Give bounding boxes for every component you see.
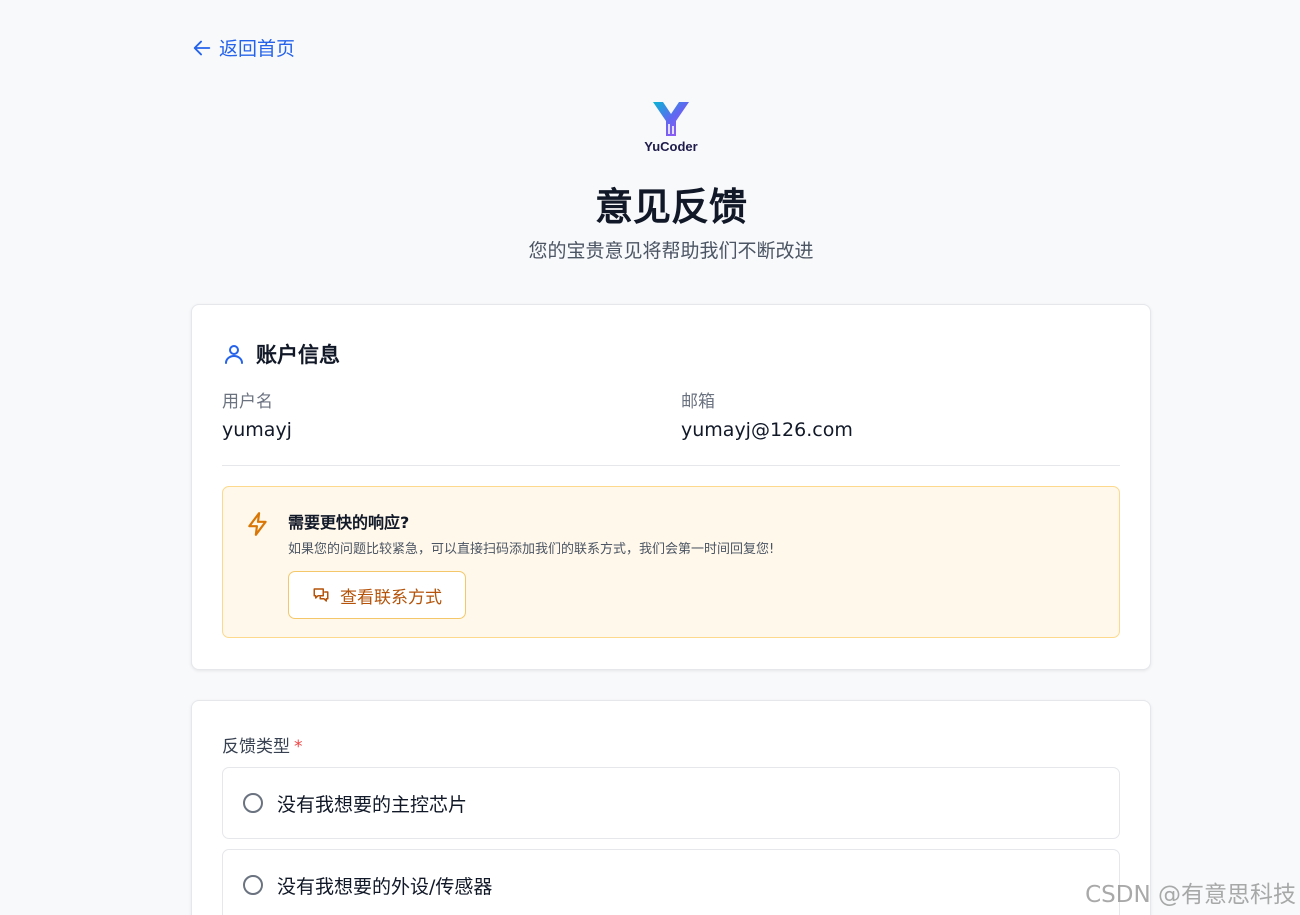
user-icon bbox=[225, 345, 243, 364]
feedback-type-label: 反馈类型 * bbox=[222, 732, 303, 757]
watermark: CSDN @有意思科技 bbox=[1085, 882, 1296, 908]
feedback-page: 返回首页 YuCoder 意见反馈 您的宝贵意见将帮助我们不断改进 账户信息 用… bbox=[0, 0, 1300, 915]
urgent-notice: 需要更快的响应? 如果您的问题比较紧急，可以直接扫码添加我们的联系方式，我们会第… bbox=[222, 486, 1120, 638]
username-label: 用户名 bbox=[222, 392, 273, 412]
back-home-link[interactable]: 返回首页 bbox=[191, 34, 295, 61]
yucoder-logo: YuCoder bbox=[630, 100, 712, 160]
feedback-option-chip[interactable]: 没有我想要的主控芯片 bbox=[222, 767, 1120, 839]
page-title: 意见反馈 bbox=[594, 185, 747, 229]
account-info-card: 账户信息 用户名 yumayj 邮箱 yumayj@126.com 需要更快的响… bbox=[191, 304, 1151, 670]
divider bbox=[222, 465, 1120, 466]
arrow-left-icon bbox=[193, 40, 211, 55]
email-value: yumayj@126.com bbox=[681, 419, 853, 441]
page-subtitle: 您的宝贵意见将帮助我们不断改进 bbox=[528, 240, 814, 262]
yucoder-logo-mark bbox=[653, 102, 689, 136]
view-contact-button[interactable]: 查看联系方式 bbox=[288, 571, 466, 619]
radio-button[interactable] bbox=[243, 875, 263, 895]
feedback-option-label: 没有我想要的外设/传感器 bbox=[277, 875, 493, 898]
view-contact-label: 查看联系方式 bbox=[340, 587, 442, 608]
chat-icon bbox=[313, 588, 329, 602]
brand-name: YuCoder bbox=[644, 139, 698, 154]
notice-title: 需要更快的响应? bbox=[288, 513, 410, 532]
required-mark: * bbox=[294, 737, 303, 757]
account-section-header: 账户信息 bbox=[222, 339, 340, 369]
feedback-form-card: 反馈类型 * 没有我想要的主控芯片 没有我想要的外设/传感器 bbox=[191, 700, 1151, 915]
radio-button[interactable] bbox=[243, 793, 263, 813]
notice-description: 如果您的问题比较紧急，可以直接扫码添加我们的联系方式，我们会第一时间回复您! bbox=[288, 542, 775, 557]
feedback-type-label-text: 反馈类型 bbox=[222, 737, 290, 757]
feedback-option-label: 没有我想要的主控芯片 bbox=[277, 793, 468, 816]
lightning-icon bbox=[248, 512, 267, 536]
username-value: yumayj bbox=[222, 419, 292, 441]
email-label: 邮箱 bbox=[681, 392, 715, 412]
back-home-label: 返回首页 bbox=[219, 38, 296, 60]
account-section-title: 账户信息 bbox=[256, 343, 340, 367]
feedback-option-peripheral[interactable]: 没有我想要的外设/传感器 bbox=[222, 849, 1120, 915]
